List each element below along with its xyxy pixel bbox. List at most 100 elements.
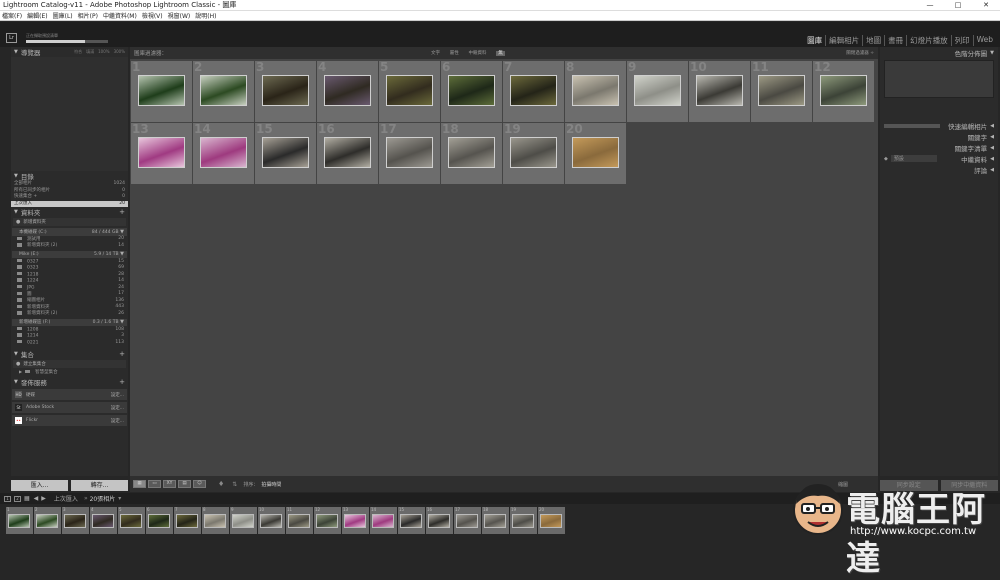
add-folder-icon[interactable]: + (119, 208, 128, 216)
histogram-header[interactable]: 色階分佈圖 ▼ (880, 47, 998, 58)
filmstrip-cell[interactable]: 6 (146, 507, 173, 534)
photo-thumbnail[interactable] (386, 75, 433, 106)
grid-cell[interactable]: 6 (441, 60, 502, 122)
filmstrip-thumbnail[interactable] (64, 514, 86, 528)
grid-cell[interactable]: 4 (317, 60, 378, 122)
photo-thumbnail[interactable] (138, 75, 185, 106)
publish-header[interactable]: ▼ 發佈服務 + (11, 377, 128, 387)
grid-cell[interactable]: 5 (379, 60, 440, 122)
filmstrip-thumbnail[interactable] (148, 514, 170, 528)
folder-item[interactable]: 0221 113 (11, 339, 128, 346)
grid-cell[interactable]: 9 (627, 60, 688, 122)
compare-view-button[interactable]: XY (163, 480, 176, 488)
grid-cell[interactable]: 19 (503, 122, 564, 184)
quick-develop-header[interactable]: 快速編輯相片 ◀ (880, 120, 998, 131)
grid-cell[interactable]: 2 (193, 60, 254, 122)
photo-thumbnail[interactable] (634, 75, 681, 106)
publish-service[interactable]: St Adobe Stock 設定... (12, 402, 127, 413)
photo-thumbnail[interactable] (200, 137, 247, 168)
filmstrip-thumbnail[interactable] (456, 514, 478, 528)
grid-cell[interactable]: 10 (689, 60, 750, 122)
source-dropdown-icon[interactable]: ▾ (118, 495, 121, 502)
filmstrip-thumbnail[interactable] (344, 514, 366, 528)
zoom-fit[interactable]: 符合 (74, 49, 82, 55)
grid-cell[interactable]: 3 (255, 60, 316, 122)
filmstrip-cell[interactable]: 16 (426, 507, 453, 534)
secondary-window-icon[interactable]: 2 (14, 495, 21, 502)
filmstrip-cell[interactable]: 12 (314, 507, 341, 534)
filter-metadata[interactable]: 中繼資料 (469, 51, 487, 56)
menu-library[interactable]: 圖庫(L) (53, 11, 73, 20)
photo-thumbnail[interactable] (386, 137, 433, 168)
grid-cell[interactable]: 16 (317, 122, 378, 184)
filmstrip-thumbnail[interactable] (8, 514, 30, 528)
zoom-fill[interactable]: 填滿 (86, 49, 94, 55)
filmstrip-cell[interactable]: 10 (258, 507, 285, 534)
filmstrip-thumbnail[interactable] (316, 514, 338, 528)
filmstrip-cell[interactable]: 13 (342, 507, 369, 534)
filmstrip-thumbnail[interactable] (260, 514, 282, 528)
filmstrip-source[interactable]: 上次匯入 (54, 494, 78, 503)
menu-edit[interactable]: 編輯(E) (27, 11, 47, 20)
filmstrip-cell[interactable]: 8 (202, 507, 229, 534)
photo-thumbnail[interactable] (820, 75, 867, 106)
loupe-view-button[interactable]: ▭ (148, 480, 161, 488)
add-collection-icon[interactable]: + (119, 350, 128, 358)
back-arrow-icon[interactable]: ◀ (34, 495, 39, 502)
filmstrip-thumbnail[interactable] (232, 514, 254, 528)
photo-thumbnail[interactable] (262, 75, 309, 106)
create-collection-button[interactable]: ● 建立集集合 (13, 359, 126, 368)
collapse-icon[interactable]: ▼ (119, 319, 124, 325)
filmstrip-cell[interactable]: 2 (34, 507, 61, 534)
publish-setup-button[interactable]: 設定... (111, 405, 124, 411)
zoom-100[interactable]: 100% (98, 49, 109, 55)
photo-thumbnail[interactable] (448, 75, 495, 106)
filmstrip-cell[interactable]: 5 (118, 507, 145, 534)
filmstrip-cell[interactable]: 19 (510, 507, 537, 534)
sort-direction-icon[interactable]: ⇅ (232, 481, 237, 488)
filmstrip-thumbnail[interactable] (36, 514, 58, 528)
filmstrip-cell[interactable]: 9 (230, 507, 257, 534)
module-1[interactable]: 編輯相片 (826, 35, 864, 46)
metadata-preset-select[interactable]: 預設 (890, 155, 937, 162)
primary-window-icon[interactable]: 1 (4, 495, 11, 502)
grid-icon[interactable]: ▦ (24, 495, 30, 502)
photo-thumbnail[interactable] (572, 137, 619, 168)
filmstrip-cell[interactable]: 18 (482, 507, 509, 534)
photo-thumbnail[interactable] (200, 75, 247, 106)
publish-service[interactable]: HD 硬碟 設定... (12, 389, 127, 400)
module-5[interactable]: 列印 (952, 35, 974, 46)
photo-thumbnail[interactable] (448, 137, 495, 168)
menu-view[interactable]: 檢視(V) (142, 11, 163, 20)
module-0[interactable]: 圖庫 (804, 35, 827, 46)
grid-cell[interactable]: 14 (193, 122, 254, 184)
photo-thumbnail[interactable] (138, 137, 185, 168)
smart-collection-set[interactable]: ▶ 智慧型集合 (11, 369, 128, 376)
menu-metadata[interactable]: 中繼資料(M) (103, 11, 137, 20)
filmstrip-thumbnail[interactable] (484, 514, 506, 528)
survey-view-button[interactable]: ▤ (178, 480, 191, 488)
photo-thumbnail[interactable] (510, 75, 557, 106)
grid-cell[interactable]: 15 (255, 122, 316, 184)
filmstrip-cell[interactable]: 3 (62, 507, 89, 534)
import-button[interactable]: 匯入... (11, 480, 68, 491)
minimize-button[interactable]: — (916, 0, 944, 11)
filmstrip-cell[interactable]: 1 (6, 507, 33, 534)
metadata-header[interactable]: ◆ 預設 中繼資料 ◀ (880, 153, 998, 164)
grid-cell[interactable]: 8 (565, 60, 626, 122)
photo-thumbnail[interactable] (572, 75, 619, 106)
grid-cell[interactable]: 18 (441, 122, 502, 184)
keyword-list-header[interactable]: 關鍵字清單 ◀ (880, 142, 998, 153)
photo-thumbnail[interactable] (510, 137, 557, 168)
filmstrip-thumbnail[interactable] (428, 514, 450, 528)
navigator-preview[interactable] (11, 57, 128, 171)
photo-thumbnail[interactable] (324, 137, 371, 168)
filter-attribute[interactable]: 屬性 (450, 51, 459, 56)
publish-service[interactable]: •• Flickr 設定... (12, 415, 127, 426)
module-3[interactable]: 書冊 (885, 35, 908, 46)
publish-setup-button[interactable]: 設定... (111, 392, 124, 398)
filmstrip-thumbnail[interactable] (512, 514, 534, 528)
filmstrip-cell[interactable]: 11 (286, 507, 313, 534)
filter-preset[interactable]: 關閉過濾器 ÷ (846, 50, 874, 56)
grid-cell[interactable]: 20 (565, 122, 626, 184)
